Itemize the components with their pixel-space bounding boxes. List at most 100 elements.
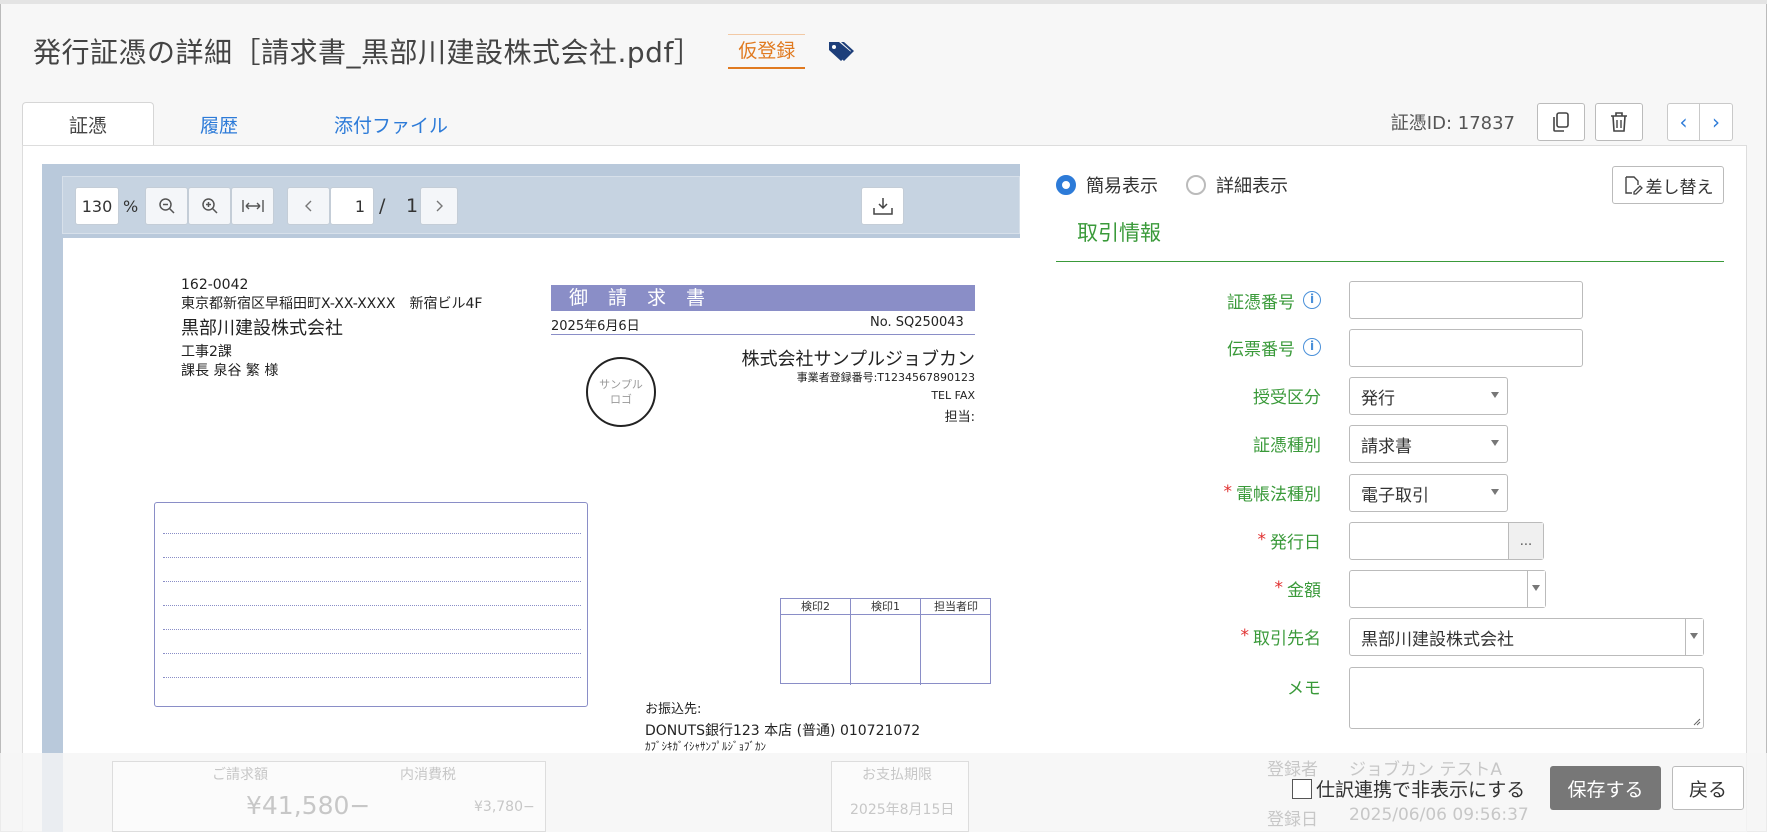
- note-line: [163, 653, 581, 654]
- slip-no-input[interactable]: [1349, 329, 1583, 367]
- partner-label: * 取引先名: [1241, 618, 1322, 654]
- voucher-id-bar: 証憑ID: 17837 ‹ ›: [1391, 103, 1733, 141]
- seal-header: 検印1: [851, 599, 920, 615]
- invoice-tax-label: 内消費税: [400, 767, 456, 783]
- chevron-down-icon: [1491, 440, 1499, 446]
- voucher-no-input[interactable]: [1349, 281, 1583, 319]
- status-badge: 仮登録: [728, 33, 806, 69]
- tags-icon[interactable]: [827, 39, 855, 63]
- invoice-bank-info: DONUTS銀行123 本店 (普通) 010721072: [645, 723, 921, 739]
- issue-date-label: * 発行日: [1258, 522, 1322, 558]
- law-type-select[interactable]: 電子取引: [1349, 474, 1508, 512]
- law-type-label-text: 電帳法種別: [1236, 484, 1321, 505]
- partner-select[interactable]: 黒部川建設株式会社: [1349, 618, 1704, 656]
- replace-button[interactable]: 差し替え: [1612, 166, 1724, 204]
- invoice-total-value: ¥41,580−: [246, 791, 371, 820]
- partner-dropdown[interactable]: [1685, 619, 1703, 655]
- zoom-in-button[interactable]: [188, 187, 231, 225]
- next-record-button[interactable]: ›: [1700, 103, 1733, 141]
- slip-no-label: 伝票番号 i: [1227, 329, 1321, 365]
- copy-icon: [1553, 112, 1569, 132]
- info-icon[interactable]: i: [1303, 291, 1321, 309]
- chevron-down-icon: [1690, 633, 1698, 639]
- page-total: 1: [406, 195, 419, 217]
- tab-bar: 証憑 履歴 添付ファイル: [22, 102, 494, 146]
- issue-date-input[interactable]: ...: [1349, 522, 1544, 560]
- fit-width-button[interactable]: [231, 187, 274, 225]
- regdate-value: 2025/06/06 09:56:37: [1349, 805, 1529, 825]
- note-line: [163, 629, 581, 630]
- radio-simple-view[interactable]: 簡易表示: [1056, 172, 1158, 198]
- replace-button-label: 差し替え: [1645, 177, 1714, 198]
- prev-page-button[interactable]: [287, 187, 330, 225]
- invoice-due-value: 2025年8月15日: [850, 802, 955, 818]
- radio-detail-view[interactable]: 詳細表示: [1186, 172, 1288, 198]
- zoom-in-icon: [201, 198, 218, 214]
- chevron-left-icon: [304, 200, 311, 212]
- zoom-input[interactable]: 130: [75, 187, 119, 225]
- radio-selected-icon: [1056, 175, 1076, 195]
- download-button[interactable]: [861, 187, 904, 225]
- partner-value: 黒部川建設株式会社: [1361, 629, 1514, 650]
- tab-voucher[interactable]: 証憑: [22, 102, 155, 146]
- tab-history[interactable]: 履歴: [154, 102, 288, 146]
- next-page-button[interactable]: [420, 187, 458, 225]
- info-icon[interactable]: i: [1303, 338, 1321, 356]
- resize-handle-icon[interactable]: [1691, 716, 1701, 726]
- invoice-from-company: 株式会社サンプルジョブカン: [741, 349, 975, 370]
- invoice-address: 東京都新宿区早稲田町X-XX-XXXX 新宿ビル4F: [181, 296, 483, 312]
- hide-in-journal-checkbox[interactable]: 仕訳連携で非表示にする: [1292, 775, 1525, 802]
- zoom-out-button[interactable]: [145, 187, 188, 225]
- direction-label: 授受区分: [1253, 387, 1321, 408]
- required-mark: *: [1274, 578, 1284, 598]
- logo-text-2: ロゴ: [610, 393, 632, 406]
- slip-no-label-text: 伝票番号: [1227, 339, 1295, 360]
- note-line: [163, 581, 581, 582]
- memo-textarea[interactable]: [1349, 667, 1704, 729]
- voucher-type-select[interactable]: 請求書: [1349, 425, 1508, 463]
- voucher-no-label: 証憑番号 i: [1227, 282, 1321, 318]
- copy-button[interactable]: [1537, 103, 1585, 141]
- invoice-to-company: 黒部川建設株式会社: [181, 318, 343, 339]
- trash-icon: [1611, 112, 1627, 132]
- radio-detail-label: 詳細表示: [1216, 176, 1288, 197]
- invoice-page: 162-0042 東京都新宿区早稲田町X-XX-XXXX 新宿ビル4F 黒部川建…: [63, 238, 1020, 832]
- back-button[interactable]: 戻る: [1672, 766, 1744, 810]
- note-line: [163, 677, 581, 678]
- voucher-type-value: 請求書: [1361, 436, 1412, 457]
- invoice-bank-label: お振込先:: [645, 702, 702, 717]
- save-button[interactable]: 保存する: [1550, 766, 1661, 810]
- direction-select[interactable]: 発行: [1349, 377, 1508, 415]
- page-input[interactable]: 1: [330, 187, 374, 225]
- tab-attachments[interactable]: 添付ファイル: [288, 102, 494, 146]
- seal-header: 検印2: [781, 599, 850, 615]
- amount-input[interactable]: [1349, 570, 1546, 608]
- seal-cell: 検印2: [781, 599, 851, 685]
- note-line: [163, 605, 581, 606]
- fit-width-icon: [241, 200, 264, 212]
- record-nav: ‹ ›: [1667, 103, 1733, 141]
- top-border: [0, 0, 1767, 4]
- required-mark: *: [1257, 530, 1267, 550]
- invoice-tax-value: ¥3,780−: [474, 799, 535, 815]
- seal-header: 担当者印: [921, 599, 991, 615]
- section-divider: [1056, 261, 1724, 262]
- invoice-total-label: ご請求額: [212, 767, 268, 783]
- law-type-value: 電子取引: [1361, 485, 1429, 506]
- invoice-due-label: お支払期限: [862, 767, 932, 783]
- download-icon: [872, 198, 893, 215]
- delete-button[interactable]: [1595, 103, 1643, 141]
- amount-label: * 金額: [1275, 570, 1322, 606]
- replace-file-icon: [1624, 176, 1643, 195]
- invoice-doc-title: 御請求書: [551, 285, 975, 311]
- invoice-tel-fax: TEL FAX: [931, 389, 975, 402]
- prev-record-button[interactable]: ‹: [1667, 103, 1700, 141]
- pdf-toolbar: 130 % 1 / 1: [62, 176, 1020, 234]
- checkbox-box[interactable]: [1292, 778, 1312, 799]
- invoice-number: No. SQ250043: [870, 315, 964, 330]
- chevron-down-icon: [1491, 489, 1499, 495]
- invoice-bank-kana: ｶﾌﾞｼｷｶﾞｲｼｬｻﾝﾌﾟﾙｼﾞｮﾌﾞｶﾝ: [645, 740, 766, 753]
- amount-dropdown[interactable]: [1527, 571, 1545, 607]
- amount-label-text: 金額: [1287, 580, 1321, 601]
- date-picker-button[interactable]: ...: [1508, 523, 1543, 559]
